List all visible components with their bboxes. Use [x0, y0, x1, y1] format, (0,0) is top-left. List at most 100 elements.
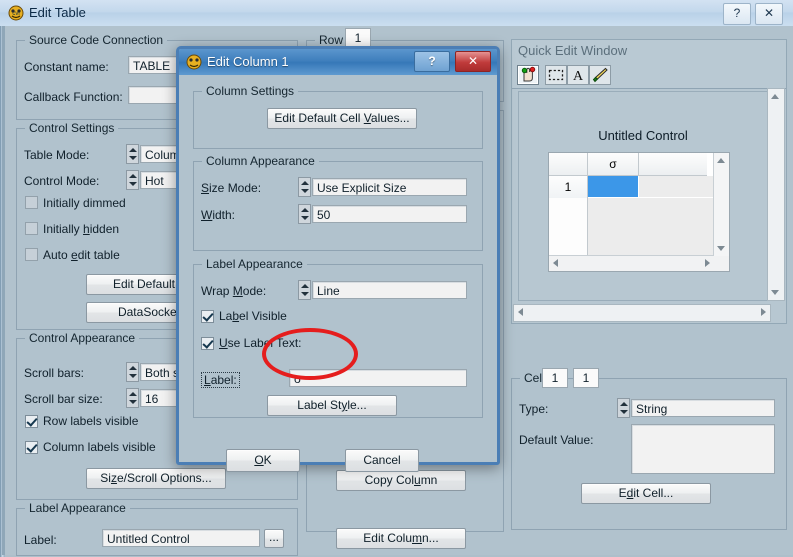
- table-row-remainder: [639, 176, 713, 197]
- screen: cvi Edit Table ? ✕ Source Code Connectio…: [0, 0, 793, 557]
- size-mode-spinner[interactable]: [298, 177, 311, 197]
- main-label-browse-button[interactable]: ...: [264, 529, 284, 548]
- letter-a-glyph: A: [573, 69, 584, 84]
- wrap-mode-field[interactable]: Line: [312, 281, 467, 299]
- edit-column-dialog: Edit Column 1 ? ✕ Column Settings Edit D…: [176, 46, 500, 472]
- spinner-down-icon[interactable]: [620, 410, 628, 414]
- row-index-field[interactable]: 1: [345, 28, 371, 48]
- scroll-up-arrow-icon[interactable]: [717, 158, 725, 163]
- dialog-ok-button[interactable]: OK: [226, 449, 300, 472]
- scroll-right-arrow-icon[interactable]: [761, 308, 766, 316]
- table-body-area: [588, 198, 713, 255]
- spinner-up-icon[interactable]: [301, 181, 309, 185]
- dashed-rect-glyph: [548, 69, 564, 81]
- row-labels-visible-checkbox[interactable]: [25, 415, 38, 428]
- dialog-label-field[interactable]: σ: [289, 369, 467, 387]
- main-label-field[interactable]: Untitled Control: [102, 529, 260, 547]
- quick-edit-horizontal-scrollbar[interactable]: [513, 304, 771, 322]
- group-legend-column-settings: Column Settings: [202, 84, 299, 98]
- table-row-header-filler: [549, 198, 588, 255]
- size-mode-field[interactable]: Use Explicit Size: [312, 178, 467, 196]
- spinner-down-icon[interactable]: [129, 156, 137, 160]
- scroll-right-arrow-icon[interactable]: [705, 259, 710, 267]
- table-mode-spinner[interactable]: [126, 144, 139, 164]
- dialog-close-button[interactable]: ✕: [455, 51, 491, 72]
- spinner-up-icon[interactable]: [129, 148, 137, 152]
- main-close-button[interactable]: ✕: [755, 3, 783, 25]
- spinner-down-icon[interactable]: [301, 216, 309, 220]
- edit-cell-button[interactable]: Edit Cell...: [581, 483, 711, 504]
- cell-default-value-field[interactable]: [631, 424, 775, 474]
- operate-tool-icon[interactable]: [517, 65, 539, 85]
- cell-default-value-label: Default Value:: [519, 433, 594, 447]
- dialog-help-button[interactable]: ?: [414, 51, 450, 72]
- initially-hidden-checkbox[interactable]: [25, 222, 38, 235]
- cell-column-index-field[interactable]: 1: [542, 368, 568, 388]
- wrap-mode-spinner[interactable]: [298, 280, 311, 300]
- edit-default-cell-values-button[interactable]: Edit Default Cell Values...: [267, 108, 417, 129]
- scroll-bar-size-spinner[interactable]: [126, 388, 139, 408]
- scroll-left-arrow-icon[interactable]: [518, 308, 523, 316]
- table-mode-label: Table Mode:: [24, 148, 90, 162]
- spinner-down-icon[interactable]: [301, 189, 309, 193]
- scroll-down-arrow-icon[interactable]: [717, 246, 725, 251]
- table-vertical-scrollbar[interactable]: [713, 153, 729, 256]
- copy-column-button[interactable]: Copy Column: [336, 470, 466, 491]
- wrap-mode-label: Wrap Mode:: [201, 284, 267, 298]
- hand-pointer-glyph: [521, 66, 536, 82]
- spinner-down-icon[interactable]: [129, 182, 137, 186]
- scroll-up-arrow-icon[interactable]: [771, 94, 779, 99]
- dialog-body: Column Settings Edit Default Cell Values…: [179, 75, 497, 472]
- cell-type-spinner[interactable]: [617, 398, 630, 418]
- width-spinner[interactable]: [298, 204, 311, 224]
- paintbrush-tool-icon[interactable]: [589, 65, 611, 85]
- quick-edit-vertical-scrollbar[interactable]: [767, 88, 785, 301]
- scroll-bar-size-label: Scroll bar size:: [24, 392, 103, 406]
- spinner-down-icon[interactable]: [301, 292, 309, 296]
- size-mode-label: Size Mode:: [201, 181, 262, 195]
- cell-type-field[interactable]: String: [631, 399, 775, 417]
- group-legend-label-appearance-dialog: Label Appearance: [202, 257, 307, 271]
- edit-column-button[interactable]: Edit Column...: [336, 528, 466, 549]
- spinner-up-icon[interactable]: [129, 392, 137, 396]
- quick-edit-canvas[interactable]: Untitled Control σ 1: [518, 91, 768, 301]
- table-corner-header: [549, 153, 588, 175]
- initially-dimmed-checkbox[interactable]: [25, 196, 38, 209]
- dialog-cancel-button[interactable]: Cancel: [345, 449, 419, 472]
- scroll-left-arrow-icon[interactable]: [553, 259, 558, 267]
- spinner-up-icon[interactable]: [129, 174, 137, 178]
- initially-dimmed-label: Initially dimmed: [43, 196, 126, 210]
- cell-row-index-field[interactable]: 1: [573, 368, 599, 388]
- group-legend-control-appearance: Control Appearance: [25, 331, 140, 345]
- label-style-button[interactable]: Label Style...: [267, 395, 397, 416]
- quick-edit-toolbar: A: [512, 62, 786, 89]
- preview-table[interactable]: σ 1: [548, 152, 730, 272]
- main-label-label: Label:: [24, 533, 57, 547]
- control-mode-spinner[interactable]: [126, 170, 139, 190]
- table-scroll-corner: [714, 256, 729, 271]
- cell-type-label: Type:: [519, 402, 549, 416]
- use-label-text-checkbox[interactable]: [201, 337, 214, 350]
- callback-function-label: Callback Function:: [24, 90, 123, 104]
- auto-edit-table-checkbox[interactable]: [25, 248, 38, 261]
- text-tool-icon[interactable]: A: [567, 65, 589, 85]
- scroll-bars-spinner[interactable]: [126, 362, 139, 382]
- table-horizontal-scrollbar[interactable]: [549, 255, 714, 271]
- scroll-down-arrow-icon[interactable]: [771, 290, 779, 295]
- width-field[interactable]: 50: [312, 205, 467, 223]
- select-rectangle-tool-icon[interactable]: [545, 65, 567, 85]
- spinner-up-icon[interactable]: [620, 402, 628, 406]
- column-labels-visible-checkbox[interactable]: [25, 441, 38, 454]
- table-selected-cell[interactable]: [588, 176, 638, 197]
- spinner-up-icon[interactable]: [301, 208, 309, 212]
- main-help-button[interactable]: ?: [723, 3, 751, 25]
- label-visible-checkbox[interactable]: [201, 310, 214, 323]
- use-label-text-label: Use Label Text:: [219, 336, 302, 350]
- spinner-down-icon[interactable]: [129, 400, 137, 404]
- spinner-down-icon[interactable]: [129, 374, 137, 378]
- spinner-up-icon[interactable]: [301, 284, 309, 288]
- dialog-label-label: Label:: [201, 372, 240, 388]
- spinner-up-icon[interactable]: [129, 366, 137, 370]
- size-scroll-options-button[interactable]: Size/Scroll Options...: [86, 468, 226, 489]
- quick-edit-window-header: Quick Edit Window: [512, 40, 786, 63]
